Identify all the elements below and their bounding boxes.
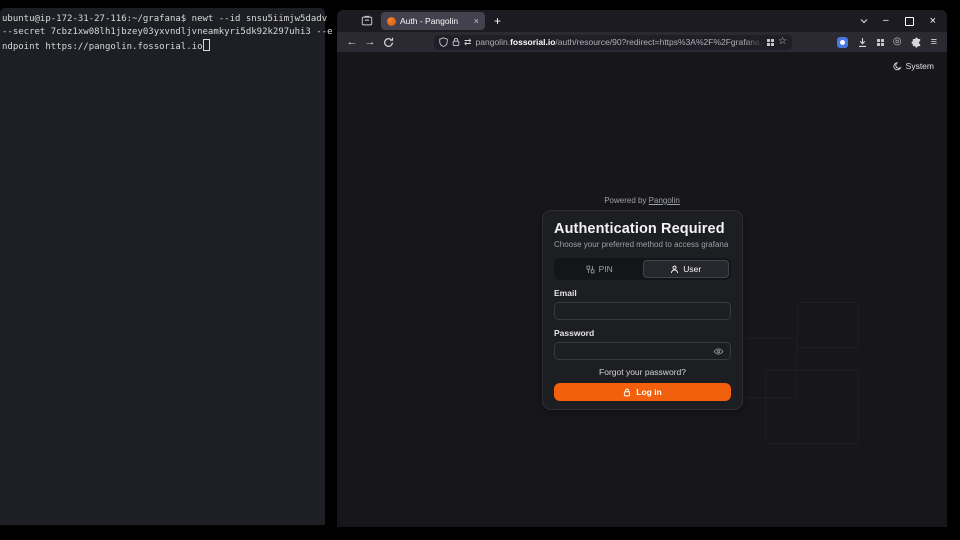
powered-by: Powered by Pangolin — [337, 196, 947, 205]
background-decoration — [797, 302, 859, 348]
downloads-button[interactable] — [857, 37, 868, 48]
login-lock-icon — [623, 388, 631, 397]
tab-user-label: User — [683, 264, 701, 274]
list-all-tabs-button[interactable] — [859, 16, 869, 26]
theme-toggle[interactable]: System — [893, 61, 934, 71]
bookmark-star-icon[interactable]: ☆ — [778, 37, 787, 47]
shield-icon — [439, 37, 448, 47]
browser-tab-bar: Auth - Pangolin × + – × — [337, 10, 947, 32]
browser-tab-auth-pangolin[interactable]: Auth - Pangolin × — [381, 12, 485, 30]
auth-method-tabs: PIN User — [554, 258, 731, 280]
email-input[interactable] — [554, 302, 731, 320]
lock-icon — [452, 37, 460, 47]
tab-user[interactable]: User — [643, 260, 730, 278]
password-label: Password — [554, 328, 731, 338]
containers-icon[interactable] — [767, 39, 774, 46]
browser-toolbar: ← → ⇄ pangolin.fossorial.io/auth/resourc… — [337, 32, 947, 52]
back-button[interactable]: ← — [344, 37, 360, 48]
auth-card: Authentication Required Choose your pref… — [542, 210, 743, 410]
reload-icon — [383, 37, 394, 48]
terminal-line: ubuntu@ip-172-31-27-116:~/grafana$ newt … — [2, 13, 323, 26]
terminal-line: ndpoint https://pangolin.fossorial.io — [2, 39, 323, 54]
pangolin-link[interactable]: Pangolin — [649, 196, 680, 205]
new-tab-button[interactable]: + — [494, 15, 501, 27]
background-decoration — [765, 370, 859, 444]
pangolin-favicon-icon — [387, 17, 396, 26]
extensions-button[interactable] — [911, 37, 922, 48]
login-button[interactable]: Log in — [554, 383, 731, 401]
terminal-line: --secret 7cbz1xw08lh1jbzey03yxvndljvneam… — [2, 26, 323, 39]
login-button-label: Log in — [636, 387, 662, 397]
tab-manager-icon[interactable] — [877, 39, 884, 46]
pin-keypad-icon — [586, 265, 595, 274]
app-menu-button[interactable]: ≡ — [931, 37, 937, 48]
chevron-down-icon — [859, 16, 869, 26]
tab-close-icon[interactable]: × — [474, 17, 479, 26]
forward-button[interactable]: → — [362, 37, 378, 48]
firefox-view-button[interactable] — [358, 13, 376, 29]
extension-blue-icon[interactable] — [837, 37, 848, 48]
tab-title: Auth - Pangolin — [400, 16, 470, 26]
show-password-eye-icon[interactable] — [713, 346, 724, 357]
tab-pin[interactable]: PIN — [556, 260, 643, 278]
terminal-window[interactable]: ubuntu@ip-172-31-27-116:~/grafana$ newt … — [0, 8, 325, 525]
moon-theme-icon — [893, 62, 902, 71]
email-label: Email — [554, 288, 731, 298]
firefox-view-icon — [361, 15, 373, 27]
extension-circle-icon[interactable]: ◎ — [893, 37, 902, 47]
theme-label: System — [906, 61, 934, 71]
puzzle-icon — [911, 37, 922, 48]
window-maximize-button[interactable] — [905, 17, 914, 26]
auth-page: System Powered by Pangolin Authenticatio… — [337, 52, 947, 527]
card-subtitle: Choose your preferred method to access g… — [554, 240, 731, 249]
reload-button[interactable] — [380, 37, 396, 48]
https-only-icon: ⇄ — [464, 37, 472, 48]
tab-pin-label: PIN — [599, 264, 613, 274]
window-minimize-button[interactable]: – — [883, 16, 889, 26]
browser-window: Auth - Pangolin × + – × ← → ⇄ pangolin.f… — [337, 10, 947, 527]
download-icon — [857, 37, 868, 48]
password-input[interactable] — [554, 342, 731, 360]
window-close-button[interactable]: × — [930, 16, 936, 26]
forgot-password-link[interactable]: Forgot your password? — [554, 367, 731, 377]
url-text: pangolin.fossorial.io/auth/resource/90?r… — [476, 37, 763, 47]
card-title: Authentication Required — [554, 221, 731, 237]
terminal-cursor — [203, 39, 210, 51]
user-icon — [670, 265, 679, 274]
url-bar[interactable]: ⇄ pangolin.fossorial.io/auth/resource/90… — [434, 35, 792, 50]
